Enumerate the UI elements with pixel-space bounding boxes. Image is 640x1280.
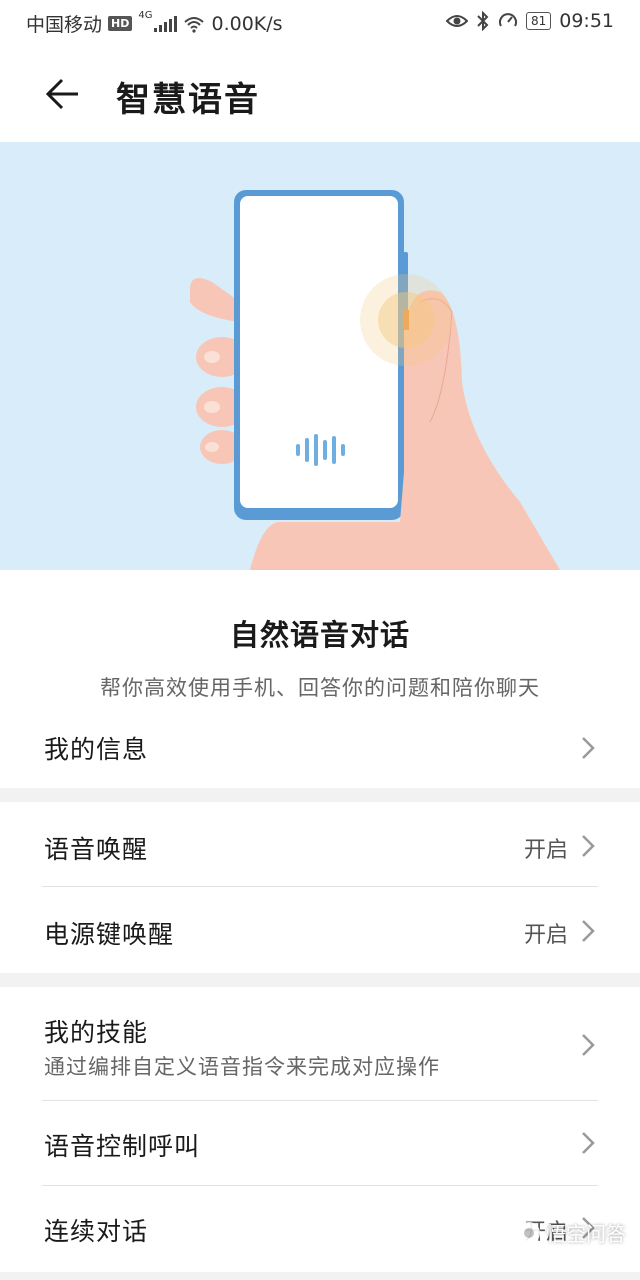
battery-icon: 81 <box>525 12 552 30</box>
eye-comfort-icon <box>445 15 468 27</box>
power-key-wakeup-status: 开启 <box>523 923 568 948</box>
watermark-logo-icon <box>518 1221 540 1244</box>
clock: 09:51 <box>559 10 614 32</box>
voice-illustration-banner <box>0 142 640 570</box>
bluetooth-icon <box>477 11 489 31</box>
status-right: 81 09:51 <box>445 10 614 32</box>
chevron-right-icon <box>582 920 595 942</box>
status-bar: 中国移动 HD 4G 0.00K/s 81 09:51 <box>0 0 640 44</box>
voice-wakeup-status: 开启 <box>523 838 568 863</box>
voice-call-control-label: 语音控制呼叫 <box>44 1132 201 1161</box>
app-header: 智慧语音 <box>0 52 640 138</box>
voice-call-control-row[interactable]: 语音控制呼叫 <box>0 1101 640 1185</box>
wifi-icon <box>184 16 205 33</box>
watermark-text: 悟空问答 <box>546 1222 626 1246</box>
voice-wakeup-label: 语音唤醒 <box>44 835 149 864</box>
watermark: 悟空问答 <box>518 1218 626 1247</box>
my-skills-description: 通过编排自定义语音指令来完成对应操作 <box>44 1055 440 1079</box>
intro-subtitle: 帮你高效使用手机、回答你的问题和陪你聊天 <box>100 676 540 700</box>
signal-icon <box>154 15 178 32</box>
page-title: 智慧语音 <box>116 80 260 120</box>
speedometer-icon <box>498 13 517 27</box>
carrier-name: 中国移动 <box>26 14 103 36</box>
my-info-row[interactable]: 我的信息 <box>0 716 640 786</box>
back-arrow-icon[interactable] <box>40 72 84 116</box>
chevron-right-icon <box>582 737 595 759</box>
hd-badge: HD <box>108 16 133 31</box>
my-info-label: 我的信息 <box>44 735 149 764</box>
chevron-right-icon <box>582 1132 595 1154</box>
section-divider <box>0 973 640 987</box>
intro-title: 自然语音对话 <box>229 618 410 652</box>
hand-holding-phone-illustration <box>190 190 560 570</box>
network-speed: 0.00K/s <box>211 12 283 35</box>
my-skills-label: 我的技能 <box>44 1018 149 1047</box>
chevron-right-icon <box>582 835 595 857</box>
voice-wakeup-row[interactable]: 语音唤醒 开启 <box>0 806 640 886</box>
power-key-wakeup-row[interactable]: 电源键唤醒 开启 <box>0 887 640 973</box>
section-divider <box>0 788 640 802</box>
my-skills-row[interactable]: 我的技能 通过编排自定义语音指令来完成对应操作 <box>0 987 640 1099</box>
continuous-dialog-label: 连续对话 <box>44 1217 149 1246</box>
network-type: 4G <box>138 10 153 21</box>
bottom-divider <box>0 1272 640 1280</box>
chevron-right-icon <box>582 1034 595 1056</box>
status-left: 中国移动 HD 4G 0.00K/s <box>26 10 283 37</box>
power-key-wakeup-label: 电源键唤醒 <box>44 920 175 949</box>
